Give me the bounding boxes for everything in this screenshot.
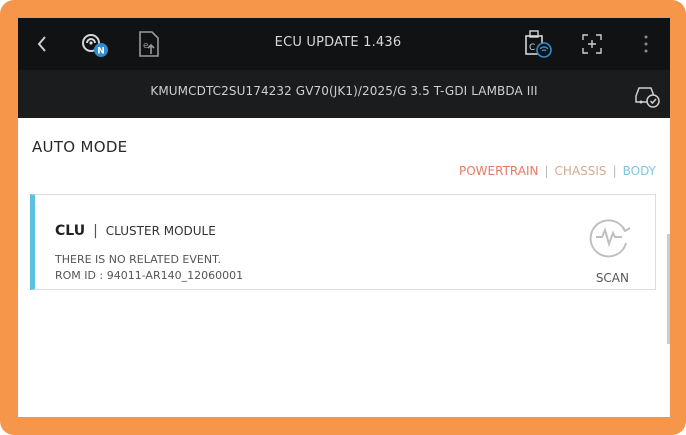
svg-text:C: C	[529, 43, 535, 53]
vci-connection-icon[interactable]: N	[78, 28, 112, 60]
page-title: ECU UPDATE 1.436	[274, 35, 402, 50]
more-vertical-icon[interactable]	[636, 32, 656, 56]
scrollbar[interactable]	[667, 234, 670, 344]
ecu-wireless-icon[interactable]: C	[520, 28, 554, 60]
screen-capture-icon[interactable]	[578, 30, 606, 58]
svg-text:N: N	[97, 47, 105, 57]
filter-body[interactable]: BODY	[623, 164, 656, 178]
vehicle-info-text: KMUMCDTC2SU174232 GV70(JK1)/2025/G 3.5 T…	[150, 84, 538, 98]
device-frame: N e ECU UPDATE 1.436 C KMUMCDTC2SU174232…	[0, 0, 686, 435]
filter-chassis[interactable]: CHASSIS	[555, 164, 607, 178]
event-status-text: THERE IS NO RELATED EVENT.	[55, 253, 221, 266]
top-toolbar: N e ECU UPDATE 1.436 C	[18, 18, 670, 70]
ecu-card-clu[interactable]: CLU | CLUSTER MODULE THERE IS NO RELATED…	[30, 194, 656, 290]
scan-icon[interactable]	[585, 213, 633, 261]
file-upload-icon[interactable]: e	[134, 28, 164, 60]
system-filter-bar: POWERTRAIN | CHASSIS | BODY	[459, 164, 656, 178]
scan-button-label[interactable]: SCAN	[596, 271, 629, 285]
filter-powertrain[interactable]: POWERTRAIN	[459, 164, 539, 178]
title-divider: |	[93, 223, 98, 239]
rom-id-text: ROM ID : 94011-AR140_12060001	[55, 269, 244, 282]
app-screen: N e ECU UPDATE 1.436 C KMUMCDTC2SU174232…	[18, 18, 670, 417]
filter-separator: |	[544, 164, 549, 178]
filter-separator: |	[612, 164, 617, 178]
ecu-name: CLUSTER MODULE	[105, 224, 216, 238]
ecu-code: CLU	[55, 223, 86, 239]
mode-title: AUTO MODE	[32, 138, 128, 156]
ecu-card-title: CLU | CLUSTER MODULE	[55, 223, 216, 239]
back-arrow-icon[interactable]	[32, 32, 52, 56]
svg-text:e: e	[143, 41, 149, 51]
